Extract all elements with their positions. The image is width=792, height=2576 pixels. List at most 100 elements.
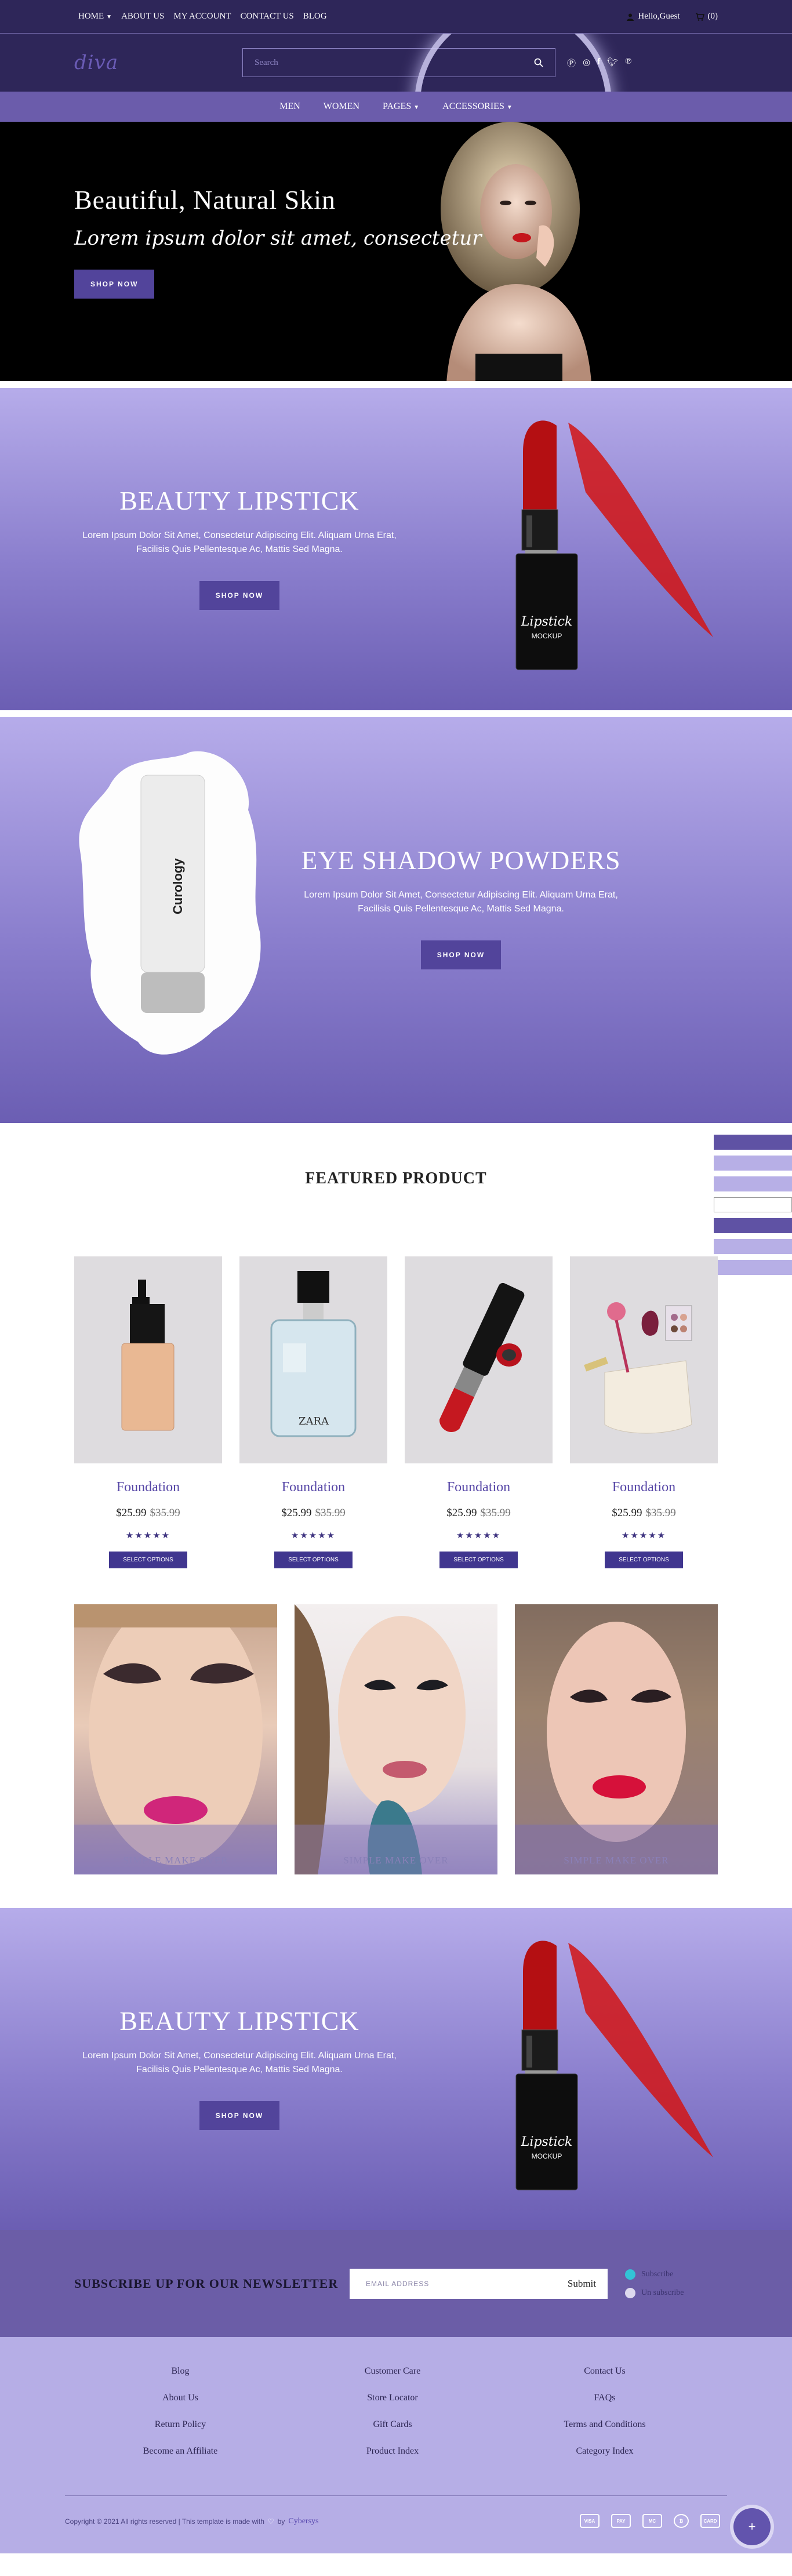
radio-unchecked-icon[interactable] xyxy=(625,2287,635,2298)
promo1-desc: Lorem Ipsum Dolor Sit Amet, Consectetur … xyxy=(74,529,405,557)
newsletter-title: SUBSCRIBE UP FOR OUR NEWSLETTER xyxy=(74,2276,339,2291)
product-image[interactable] xyxy=(570,1256,718,1463)
pay-card-icon: PAY xyxy=(611,2514,631,2528)
product-card[interactable]: Foundation $25.99 $35.99 ★★★★★ SELECT OPT… xyxy=(74,1256,222,1568)
promo3-shop-now-button[interactable]: SHOP NOW xyxy=(199,2101,280,2130)
promo1-product-label1: Lipstick xyxy=(521,615,573,629)
mastercard-icon: MC xyxy=(642,2514,662,2528)
search-input[interactable]: Search xyxy=(255,58,278,68)
footer-link[interactable]: Product Index xyxy=(286,2446,499,2457)
copyright-text: Copyright © 2021 All rights reserved | T… xyxy=(65,2517,264,2526)
makeover-tile[interactable]: SIMPLE MAKE OVER xyxy=(74,1604,277,1874)
footer-link[interactable]: Return Policy xyxy=(74,2419,286,2430)
hero-shop-now-button[interactable]: SHOP NOW xyxy=(74,270,155,299)
select-options-button[interactable]: SELECT OPTIONS xyxy=(605,1552,683,1568)
chevron-down-icon: ▼ xyxy=(413,104,420,111)
product-name[interactable]: Foundation xyxy=(405,1480,553,1495)
price: $25.99 xyxy=(281,1507,312,1519)
account-area: Hello,Guest (0) xyxy=(626,12,718,21)
star-rating: ★★★★★ xyxy=(125,1531,171,1540)
nav-home[interactable]: HOME ▼ xyxy=(78,12,112,21)
pinterest-icon[interactable]: Ⓟ xyxy=(567,57,576,69)
divider xyxy=(0,381,792,388)
promo3-desc-line1: Lorem Ipsum Dolor Sit Amet, Consectetur … xyxy=(82,2051,397,2061)
nav-contact[interactable]: CONTACT US xyxy=(240,12,293,21)
credit-card-icon: CARD xyxy=(700,2514,720,2528)
footer-link[interactable]: Contact Us xyxy=(499,2366,711,2377)
select-options-button[interactable]: SELECT OPTIONS xyxy=(274,1552,353,1568)
nav-my-account[interactable]: MY ACCOUNT xyxy=(173,12,231,21)
nav-men[interactable]: MEN xyxy=(279,101,300,112)
footer-link[interactable]: Terms and Conditions xyxy=(499,2419,711,2430)
footer-link[interactable]: About Us xyxy=(74,2393,286,2403)
newsletter-section: SUBSCRIBE UP FOR OUR NEWSLETTER EMAIL AD… xyxy=(0,2230,792,2337)
product-name[interactable]: Foundation xyxy=(74,1480,222,1495)
side-widget-bar[interactable] xyxy=(714,1197,792,1212)
promo1-shop-now-button[interactable]: SHOP NOW xyxy=(199,581,280,610)
twitter-icon[interactable]: 🐦︎ xyxy=(607,57,618,69)
email-field[interactable]: EMAIL ADDRESS xyxy=(366,2280,429,2288)
product-card[interactable]: Foundation $25.99 $35.99 ★★★★★ SELECT OPT… xyxy=(570,1256,718,1568)
product-image[interactable] xyxy=(74,1256,222,1463)
footer-link[interactable]: Gift Cards xyxy=(286,2419,499,2430)
chat-plus-button[interactable]: + xyxy=(733,2508,771,2545)
model-face-image xyxy=(295,1604,497,1874)
footer-link[interactable]: Blog xyxy=(74,2366,286,2377)
promo3-desc: Lorem Ipsum Dolor Sit Amet, Consectetur … xyxy=(74,2049,405,2077)
unsubscribe-radio[interactable]: Un subscribe xyxy=(625,2287,684,2298)
product-image[interactable]: ZARA xyxy=(239,1256,387,1463)
product-card[interactable]: Foundation $25.99 $35.99 ★★★★★ SELECT OPT… xyxy=(405,1256,553,1568)
side-widget-bar[interactable] xyxy=(714,1156,792,1171)
perfume-bottle-image: ZARA xyxy=(270,1271,357,1437)
side-widget-bar[interactable] xyxy=(714,1176,792,1191)
side-widget-bar[interactable] xyxy=(714,1135,792,1150)
makeover-tile[interactable]: SIMPLE MAKE OVER xyxy=(295,1604,497,1874)
footer-link[interactable]: FAQs xyxy=(499,2393,711,2403)
hero-subtitle: Lorem ipsum dolor sit amet, consectetur xyxy=(74,227,482,250)
author-link[interactable]: Cybersys xyxy=(288,2517,318,2526)
makeover-tile[interactable]: SIMPLE MAKE OVER xyxy=(515,1604,718,1874)
instagram-icon[interactable]: ◎ xyxy=(583,57,590,69)
footer-link[interactable]: Customer Care xyxy=(286,2366,499,2377)
divider xyxy=(0,710,792,717)
promo2-product-label: Curology xyxy=(170,858,185,914)
product-name[interactable]: Foundation xyxy=(239,1480,387,1495)
hero-text: Beautiful, Natural Skin Lorem ipsum dolo… xyxy=(74,184,481,299)
site-logo[interactable]: diva xyxy=(74,51,242,74)
cart-link[interactable]: (0) xyxy=(695,12,718,21)
footer-link[interactable]: Category Index xyxy=(499,2446,711,2457)
nav-about[interactable]: ABOUT US xyxy=(121,12,164,21)
promo3-text: BEAUTY LIPSTICK Lorem Ipsum Dolor Sit Am… xyxy=(74,2005,405,2130)
tile-caption: SIMPLE MAKE OVER xyxy=(123,1855,228,1866)
unsubscribe-label: Un subscribe xyxy=(641,2288,684,2297)
account-link[interactable]: Hello,Guest xyxy=(626,12,680,21)
footer-link[interactable]: Store Locator xyxy=(286,2393,499,2403)
nav-women[interactable]: WOMEN xyxy=(324,101,359,112)
promo2-shop-now-button[interactable]: SHOP NOW xyxy=(420,940,502,969)
select-options-button[interactable]: SELECT OPTIONS xyxy=(109,1552,187,1568)
select-options-button[interactable]: SELECT OPTIONS xyxy=(439,1552,518,1568)
radio-checked-icon[interactable] xyxy=(625,2269,635,2280)
footer-column-3: Contact Us FAQs Terms and Conditions Cat… xyxy=(499,2366,711,2457)
submit-button[interactable]: Submit xyxy=(568,2278,596,2290)
product-name[interactable]: Foundation xyxy=(570,1480,718,1495)
promo1-desc-line2: Facilisis Quis Pellentesque Ac, Mattis S… xyxy=(136,544,343,554)
nav-pages[interactable]: PAGES ▼ xyxy=(383,101,419,112)
nav-accessories[interactable]: ACCESSORIES ▼ xyxy=(442,101,513,112)
star-rating: ★★★★★ xyxy=(456,1531,502,1540)
promo1-title: BEAUTY LIPSTICK xyxy=(119,486,359,515)
facebook-icon[interactable]: f xyxy=(597,57,600,69)
side-widget-bar[interactable] xyxy=(714,1260,792,1275)
nav-blog[interactable]: BLOG xyxy=(303,12,327,21)
side-widget-bar[interactable] xyxy=(714,1239,792,1254)
pinterest-alt-icon[interactable]: ℗ xyxy=(625,57,631,69)
lipstick-image: Lipstick MOCKUP xyxy=(515,1941,713,2190)
hero-banner: Beautiful, Natural Skin Lorem ipsum dolo… xyxy=(0,122,792,381)
price: $25.99 xyxy=(612,1507,642,1519)
product-image[interactable] xyxy=(405,1256,553,1463)
product-card[interactable]: ZARA Foundation $25.99 $35.99 ★★★★★ SELEC… xyxy=(239,1256,387,1568)
subscribe-radio[interactable]: Subscribe xyxy=(625,2269,684,2280)
side-widget-bar[interactable] xyxy=(714,1218,792,1233)
footer-link[interactable]: Become an Affiliate xyxy=(74,2446,286,2457)
